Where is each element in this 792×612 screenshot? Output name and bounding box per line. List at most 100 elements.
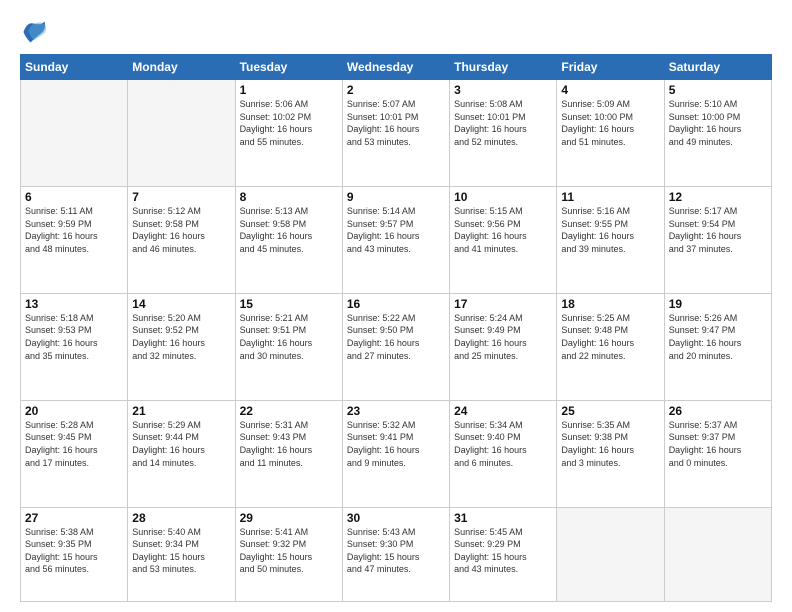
week-row-5: 27Sunrise: 5:38 AM Sunset: 9:35 PM Dayli… xyxy=(21,507,772,601)
day-info: Sunrise: 5:07 AM Sunset: 10:01 PM Daylig… xyxy=(347,98,445,148)
day-info: Sunrise: 5:13 AM Sunset: 9:58 PM Dayligh… xyxy=(240,205,338,255)
day-info: Sunrise: 5:22 AM Sunset: 9:50 PM Dayligh… xyxy=(347,312,445,362)
calendar-cell: 14Sunrise: 5:20 AM Sunset: 9:52 PM Dayli… xyxy=(128,293,235,400)
day-number: 25 xyxy=(561,404,659,418)
day-info: Sunrise: 5:40 AM Sunset: 9:34 PM Dayligh… xyxy=(132,526,230,576)
calendar-cell: 4Sunrise: 5:09 AM Sunset: 10:00 PM Dayli… xyxy=(557,80,664,187)
calendar-cell: 26Sunrise: 5:37 AM Sunset: 9:37 PM Dayli… xyxy=(664,400,771,507)
day-number: 3 xyxy=(454,83,552,97)
day-info: Sunrise: 5:37 AM Sunset: 9:37 PM Dayligh… xyxy=(669,419,767,469)
calendar-cell: 16Sunrise: 5:22 AM Sunset: 9:50 PM Dayli… xyxy=(342,293,449,400)
calendar-cell: 19Sunrise: 5:26 AM Sunset: 9:47 PM Dayli… xyxy=(664,293,771,400)
day-info: Sunrise: 5:10 AM Sunset: 10:00 PM Daylig… xyxy=(669,98,767,148)
day-info: Sunrise: 5:43 AM Sunset: 9:30 PM Dayligh… xyxy=(347,526,445,576)
day-number: 23 xyxy=(347,404,445,418)
day-number: 28 xyxy=(132,511,230,525)
week-row-3: 13Sunrise: 5:18 AM Sunset: 9:53 PM Dayli… xyxy=(21,293,772,400)
day-number: 12 xyxy=(669,190,767,204)
calendar-cell: 23Sunrise: 5:32 AM Sunset: 9:41 PM Dayli… xyxy=(342,400,449,507)
day-info: Sunrise: 5:28 AM Sunset: 9:45 PM Dayligh… xyxy=(25,419,123,469)
calendar-cell: 30Sunrise: 5:43 AM Sunset: 9:30 PM Dayli… xyxy=(342,507,449,601)
calendar-cell: 29Sunrise: 5:41 AM Sunset: 9:32 PM Dayli… xyxy=(235,507,342,601)
day-number: 18 xyxy=(561,297,659,311)
day-number: 27 xyxy=(25,511,123,525)
day-info: Sunrise: 5:29 AM Sunset: 9:44 PM Dayligh… xyxy=(132,419,230,469)
day-info: Sunrise: 5:15 AM Sunset: 9:56 PM Dayligh… xyxy=(454,205,552,255)
day-number: 20 xyxy=(25,404,123,418)
calendar-cell: 2Sunrise: 5:07 AM Sunset: 10:01 PM Dayli… xyxy=(342,80,449,187)
day-info: Sunrise: 5:35 AM Sunset: 9:38 PM Dayligh… xyxy=(561,419,659,469)
day-header-saturday: Saturday xyxy=(664,55,771,80)
calendar-header-row: SundayMondayTuesdayWednesdayThursdayFrid… xyxy=(21,55,772,80)
day-info: Sunrise: 5:11 AM Sunset: 9:59 PM Dayligh… xyxy=(25,205,123,255)
calendar-cell: 11Sunrise: 5:16 AM Sunset: 9:55 PM Dayli… xyxy=(557,186,664,293)
calendar-cell xyxy=(557,507,664,601)
calendar-cell: 9Sunrise: 5:14 AM Sunset: 9:57 PM Daylig… xyxy=(342,186,449,293)
day-number: 13 xyxy=(25,297,123,311)
day-number: 10 xyxy=(454,190,552,204)
day-info: Sunrise: 5:25 AM Sunset: 9:48 PM Dayligh… xyxy=(561,312,659,362)
calendar-cell: 3Sunrise: 5:08 AM Sunset: 10:01 PM Dayli… xyxy=(450,80,557,187)
page: SundayMondayTuesdayWednesdayThursdayFrid… xyxy=(0,0,792,612)
day-info: Sunrise: 5:16 AM Sunset: 9:55 PM Dayligh… xyxy=(561,205,659,255)
logo xyxy=(20,18,50,46)
day-number: 29 xyxy=(240,511,338,525)
calendar-cell: 7Sunrise: 5:12 AM Sunset: 9:58 PM Daylig… xyxy=(128,186,235,293)
day-header-wednesday: Wednesday xyxy=(342,55,449,80)
day-number: 1 xyxy=(240,83,338,97)
calendar-cell: 8Sunrise: 5:13 AM Sunset: 9:58 PM Daylig… xyxy=(235,186,342,293)
day-number: 26 xyxy=(669,404,767,418)
day-info: Sunrise: 5:34 AM Sunset: 9:40 PM Dayligh… xyxy=(454,419,552,469)
day-number: 7 xyxy=(132,190,230,204)
day-header-thursday: Thursday xyxy=(450,55,557,80)
calendar-cell: 13Sunrise: 5:18 AM Sunset: 9:53 PM Dayli… xyxy=(21,293,128,400)
day-info: Sunrise: 5:06 AM Sunset: 10:02 PM Daylig… xyxy=(240,98,338,148)
calendar-cell: 17Sunrise: 5:24 AM Sunset: 9:49 PM Dayli… xyxy=(450,293,557,400)
day-number: 8 xyxy=(240,190,338,204)
day-info: Sunrise: 5:31 AM Sunset: 9:43 PM Dayligh… xyxy=(240,419,338,469)
day-info: Sunrise: 5:08 AM Sunset: 10:01 PM Daylig… xyxy=(454,98,552,148)
calendar: SundayMondayTuesdayWednesdayThursdayFrid… xyxy=(20,54,772,602)
logo-icon xyxy=(20,18,48,46)
calendar-cell: 24Sunrise: 5:34 AM Sunset: 9:40 PM Dayli… xyxy=(450,400,557,507)
header xyxy=(20,18,772,46)
day-number: 4 xyxy=(561,83,659,97)
calendar-cell xyxy=(664,507,771,601)
week-row-4: 20Sunrise: 5:28 AM Sunset: 9:45 PM Dayli… xyxy=(21,400,772,507)
calendar-cell: 1Sunrise: 5:06 AM Sunset: 10:02 PM Dayli… xyxy=(235,80,342,187)
day-info: Sunrise: 5:09 AM Sunset: 10:00 PM Daylig… xyxy=(561,98,659,148)
day-number: 11 xyxy=(561,190,659,204)
day-info: Sunrise: 5:18 AM Sunset: 9:53 PM Dayligh… xyxy=(25,312,123,362)
day-header-sunday: Sunday xyxy=(21,55,128,80)
day-number: 31 xyxy=(454,511,552,525)
day-info: Sunrise: 5:20 AM Sunset: 9:52 PM Dayligh… xyxy=(132,312,230,362)
day-info: Sunrise: 5:21 AM Sunset: 9:51 PM Dayligh… xyxy=(240,312,338,362)
day-info: Sunrise: 5:32 AM Sunset: 9:41 PM Dayligh… xyxy=(347,419,445,469)
calendar-cell xyxy=(128,80,235,187)
calendar-cell: 27Sunrise: 5:38 AM Sunset: 9:35 PM Dayli… xyxy=(21,507,128,601)
day-number: 16 xyxy=(347,297,445,311)
day-number: 9 xyxy=(347,190,445,204)
day-info: Sunrise: 5:14 AM Sunset: 9:57 PM Dayligh… xyxy=(347,205,445,255)
calendar-cell: 10Sunrise: 5:15 AM Sunset: 9:56 PM Dayli… xyxy=(450,186,557,293)
calendar-cell: 5Sunrise: 5:10 AM Sunset: 10:00 PM Dayli… xyxy=(664,80,771,187)
day-number: 17 xyxy=(454,297,552,311)
calendar-cell: 31Sunrise: 5:45 AM Sunset: 9:29 PM Dayli… xyxy=(450,507,557,601)
day-number: 2 xyxy=(347,83,445,97)
day-info: Sunrise: 5:12 AM Sunset: 9:58 PM Dayligh… xyxy=(132,205,230,255)
calendar-cell: 21Sunrise: 5:29 AM Sunset: 9:44 PM Dayli… xyxy=(128,400,235,507)
day-number: 6 xyxy=(25,190,123,204)
week-row-1: 1Sunrise: 5:06 AM Sunset: 10:02 PM Dayli… xyxy=(21,80,772,187)
day-info: Sunrise: 5:45 AM Sunset: 9:29 PM Dayligh… xyxy=(454,526,552,576)
week-row-2: 6Sunrise: 5:11 AM Sunset: 9:59 PM Daylig… xyxy=(21,186,772,293)
calendar-cell: 25Sunrise: 5:35 AM Sunset: 9:38 PM Dayli… xyxy=(557,400,664,507)
day-header-tuesday: Tuesday xyxy=(235,55,342,80)
day-number: 19 xyxy=(669,297,767,311)
calendar-cell: 20Sunrise: 5:28 AM Sunset: 9:45 PM Dayli… xyxy=(21,400,128,507)
day-number: 30 xyxy=(347,511,445,525)
day-header-monday: Monday xyxy=(128,55,235,80)
calendar-cell xyxy=(21,80,128,187)
calendar-cell: 22Sunrise: 5:31 AM Sunset: 9:43 PM Dayli… xyxy=(235,400,342,507)
day-number: 22 xyxy=(240,404,338,418)
day-info: Sunrise: 5:26 AM Sunset: 9:47 PM Dayligh… xyxy=(669,312,767,362)
